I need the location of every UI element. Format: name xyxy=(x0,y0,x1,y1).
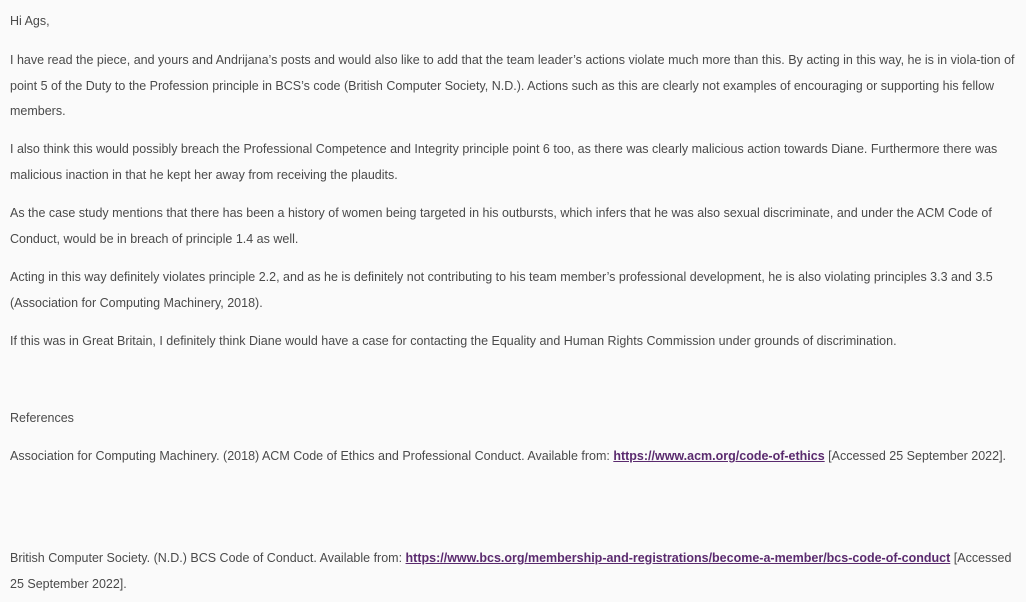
reference-link-bcs[interactable]: https://www.bcs.org/membership-and-regis… xyxy=(406,551,951,565)
reference-text: Association for Computing Machinery. (20… xyxy=(10,449,614,463)
reference-link-acm[interactable]: https://www.acm.org/code-of-ethics xyxy=(613,449,824,463)
reference-text: British Computer Society. (N.D.) BCS Cod… xyxy=(10,551,406,565)
paragraph-2: I also think this would possibly breach … xyxy=(10,142,998,182)
reference-item: Association for Computing Machinery. (20… xyxy=(10,444,1018,470)
paragraph-4: Acting in this way definitely violates p… xyxy=(10,270,993,310)
reference-accessed: [Accessed 25 September 2022]. xyxy=(824,449,1007,463)
paragraph-1: I have read the piece, and yours and And… xyxy=(10,53,1015,118)
paragraph-3: As the case study mentions that there ha… xyxy=(10,206,992,246)
reference-item: British Computer Society. (N.D.) BCS Cod… xyxy=(10,546,1018,597)
greeting: Hi Ags, xyxy=(10,14,50,28)
references-heading: References xyxy=(10,411,74,425)
paragraph-5: If this was in Great Britain, I definite… xyxy=(10,334,897,348)
